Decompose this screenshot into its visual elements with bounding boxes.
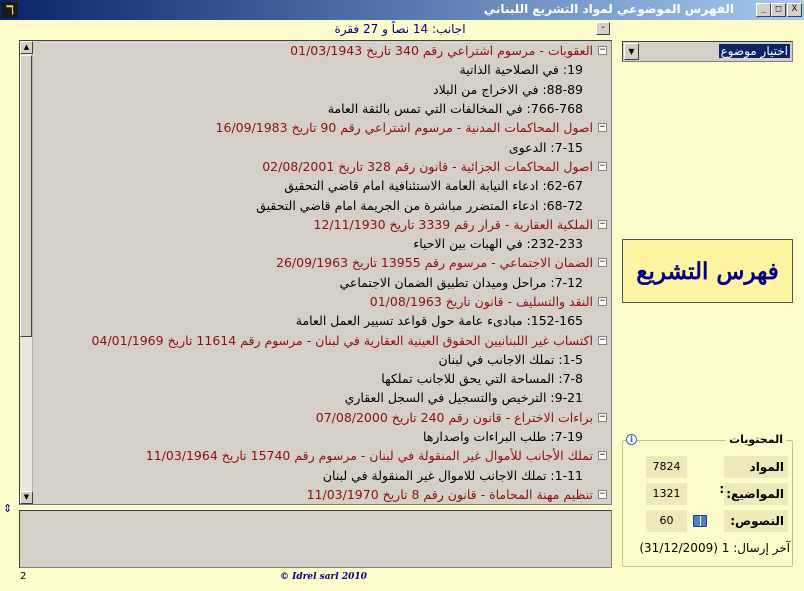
topic-select-value: اختيار موضوع	[718, 44, 790, 58]
detail-text-box[interactable]	[19, 510, 612, 568]
tree-law-item[interactable]: − تنظيم مهنة المحاماة - قانون رقم 8 تاريخ…	[36, 485, 611, 504]
topic-select[interactable]: ▼ اختيار موضوع	[622, 41, 793, 62]
collapse-icon[interactable]: −	[598, 123, 607, 133]
tree-article-item[interactable]: 1-5: تملك الاجانب في لبنان	[36, 350, 611, 369]
tree-article-item[interactable]: 7-8: المساحة التي يحق للاجانب تملكها	[36, 369, 611, 388]
tree-article-item[interactable]: 88-89: في الاخراج من البلاد	[36, 80, 611, 99]
tree-law-item[interactable]: − العقوبات - مرسوم اشتراعي رقم 340 تاريخ …	[36, 41, 611, 60]
close-button[interactable]: X	[787, 3, 802, 17]
tree-item-label: اصول المحاكمات الجزائية - قانون رقم 328 …	[262, 158, 593, 174]
splitter-icon[interactable]: ⇕	[3, 502, 12, 515]
collapse-icon[interactable]: −	[598, 258, 607, 268]
collapse-icon[interactable]: −	[598, 161, 607, 171]
window-title: الفهرس الموضوعي لمواد التشريع اللبناني	[483, 2, 734, 16]
tree-item-label: 7-12: مراحل وميدان تطبيق الضمان الاجتماع…	[339, 274, 583, 290]
copyright-text: © Idrel sarl 2010	[280, 572, 367, 582]
tree-item-label: الملكية العقارية - قرار رقم 3339 تاريخ 1…	[313, 216, 593, 232]
collapse-icon[interactable]: −	[598, 46, 607, 56]
tree-law-item[interactable]: − اكتساب غير اللبنانيين الحقوق العينية ال…	[36, 330, 611, 349]
page-number: 2	[20, 571, 27, 582]
tree-item-label: اصول المحاكمات المدنية - مرسوم اشتراعي ر…	[215, 120, 593, 136]
tree-item-label: 766-768: في المخالفات التي تمس بالثقة ال…	[327, 101, 583, 117]
tree-law-item[interactable]: − الضمان الاجتماعي - مرسوم رقم 13955 تاري…	[36, 253, 611, 272]
tree-article-item[interactable]: 7-15: الدعوى	[36, 137, 611, 156]
tree-item-label: 88-89: في الاخراج من البلاد	[433, 81, 583, 97]
tree-article-item[interactable]: 62-67: ادعاء النيابة العامة الاستئنافية …	[36, 176, 611, 195]
logo-text: فهرس التشريع	[636, 257, 779, 285]
collapse-icon[interactable]: −	[598, 335, 607, 345]
tree-item-label: 1-5: تملك الاجانب في لبنان	[438, 351, 583, 367]
tree-item-label: تنظيم مهنة المحاماة - قانون رقم 8 تاريخ …	[306, 486, 593, 502]
tree-article-item[interactable]: 232-233: في الهبات بين الاحياء	[36, 234, 611, 253]
collapse-icon[interactable]: −	[598, 219, 607, 229]
stat-value-texts: 60	[646, 510, 687, 532]
tree-law-item[interactable]: − اصول المحاكمات الجزائية - قانون رقم 328…	[36, 157, 611, 176]
scroll-up-button[interactable]: ▲	[20, 41, 33, 54]
chevron-down-icon[interactable]: ▼	[624, 43, 639, 60]
title-bar: ℸ الفهرس الموضوعي لمواد التشريع اللبناني…	[0, 0, 804, 20]
tree-article-item[interactable]: 152-165: مبادىء عامة حول قواعد تسيير الع…	[36, 311, 611, 330]
maximize-button[interactable]: □	[771, 3, 786, 17]
scroll-down-button[interactable]: ▼	[20, 491, 33, 504]
collapse-all-button[interactable]: -	[596, 22, 610, 35]
tree-item-label: العقوبات - مرسوم اشتراعي رقم 340 تاريخ 0…	[290, 43, 593, 59]
tree-item-label: اكتساب غير اللبنانيين الحقوق العينية الع…	[91, 332, 593, 348]
tree-law-item[interactable]: − الملكية العقارية - قرار رقم 3339 تاريخ …	[36, 215, 611, 234]
collapse-icon[interactable]: −	[598, 297, 607, 306]
tree-item-label: براءات الاختراع - قانون رقم 240 تاريخ 07…	[315, 409, 593, 425]
tree-law-item[interactable]: − اصول المحاكمات المدنية - مرسوم اشتراعي …	[36, 118, 611, 137]
vertical-scrollbar[interactable]: ▲ ▼	[20, 41, 33, 504]
info-icon[interactable]: i	[626, 434, 637, 445]
tree-article-item[interactable]: 9-21: الترخيص والتسجيل في السجل العقاري	[36, 388, 611, 407]
tree-article-item[interactable]: 7-19: طلب البراءات واصدارها	[36, 427, 611, 446]
stat-label-texts: النصوص:	[724, 510, 788, 532]
tree-item-label: 62-67: ادعاء النيابة العامة الاستئنافية …	[284, 178, 583, 194]
collapse-icon[interactable]: −	[598, 489, 607, 499]
results-tree-panel: ▲ ▼ − العقوبات - مرسوم اشتراعي رقم 340 تا…	[19, 40, 612, 505]
tree-law-item[interactable]: − تملك الأجانب للأموال غير المنقولة في لب…	[36, 446, 611, 465]
stat-value-topics: 1321	[646, 483, 687, 505]
tree-item-label: 68-72: ادعاء المتضرر مباشرة من الجريمة ا…	[256, 197, 583, 213]
tree-article-item[interactable]: 19: في الصلاحية الذاتية	[36, 60, 611, 79]
app-icon[interactable]: ℸ	[2, 2, 18, 18]
tree-law-item[interactable]: − براءات الاختراع - قانون رقم 240 تاريخ 0…	[36, 408, 611, 427]
collapse-icon[interactable]: −	[598, 451, 607, 461]
tree-article-item[interactable]: 1-11: تملك الاجانب للاموال غير المنقولة …	[36, 466, 611, 485]
tree-item-label: الضمان الاجتماعي - مرسوم رقم 13955 تاريخ…	[276, 255, 593, 271]
scroll-thumb[interactable]	[20, 55, 32, 337]
last-send-count: 1	[721, 541, 730, 555]
results-tree: − العقوبات - مرسوم اشتراعي رقم 340 تاريخ …	[36, 41, 611, 504]
tree-item-label: 7-15: الدعوى	[508, 139, 583, 155]
tree-item-label: 7-8: المساحة التي يحق للاجانب تملكها	[381, 371, 583, 387]
tree-item-label: 19: في الصلاحية الذاتية	[459, 62, 583, 78]
stat-value-articles: 7824	[646, 456, 687, 478]
tree-article-item[interactable]: 766-768: في المخالفات التي تمس بالثقة ال…	[36, 99, 611, 118]
minimize-button[interactable]: _	[756, 3, 771, 17]
last-send-label: آخر إرسال:	[733, 541, 790, 555]
tree-law-item[interactable]: − النقد والتسليف - قانون تاريخ 01/08/1963	[36, 292, 611, 311]
result-summary: اجانب: 14 نصاً و 27 فقرة	[334, 22, 466, 36]
book-icon[interactable]	[693, 515, 707, 527]
tree-article-item[interactable]: 7-12: مراحل وميدان تطبيق الضمان الاجتماع…	[36, 273, 611, 292]
tree-item-label: تملك الأجانب للأموال غير المنقولة في لبن…	[145, 448, 593, 464]
stat-label-topics: المواضيع:	[724, 483, 788, 505]
last-send-date: (31/12/2009)	[639, 541, 718, 555]
tree-item-label: النقد والتسليف - قانون تاريخ 01/08/1963	[369, 294, 593, 309]
logo-panel: فهرس التشريع	[622, 239, 793, 303]
tree-item-label: 152-165: مبادىء عامة حول قواعد تسيير الع…	[295, 313, 583, 329]
tree-item-label: 7-19: طلب البراءات واصدارها	[422, 429, 583, 445]
tree-item-label: 232-233: في الهبات بين الاحياء	[413, 236, 583, 252]
stats-title: المحتويات	[726, 433, 786, 446]
stat-label-articles: المواد المفهرسة:	[719, 456, 788, 496]
tree-item-label: 1-11: تملك الاجانب للاموال غير المنقولة …	[322, 467, 583, 483]
tree-article-item[interactable]: 68-72: ادعاء المتضرر مباشرة من الجريمة ا…	[36, 195, 611, 214]
last-send-line: آخر إرسال: 1 (31/12/2009)	[639, 541, 790, 555]
collapse-icon[interactable]: −	[598, 412, 607, 422]
tree-item-label: 9-21: الترخيص والتسجيل في السجل العقاري	[344, 390, 583, 406]
